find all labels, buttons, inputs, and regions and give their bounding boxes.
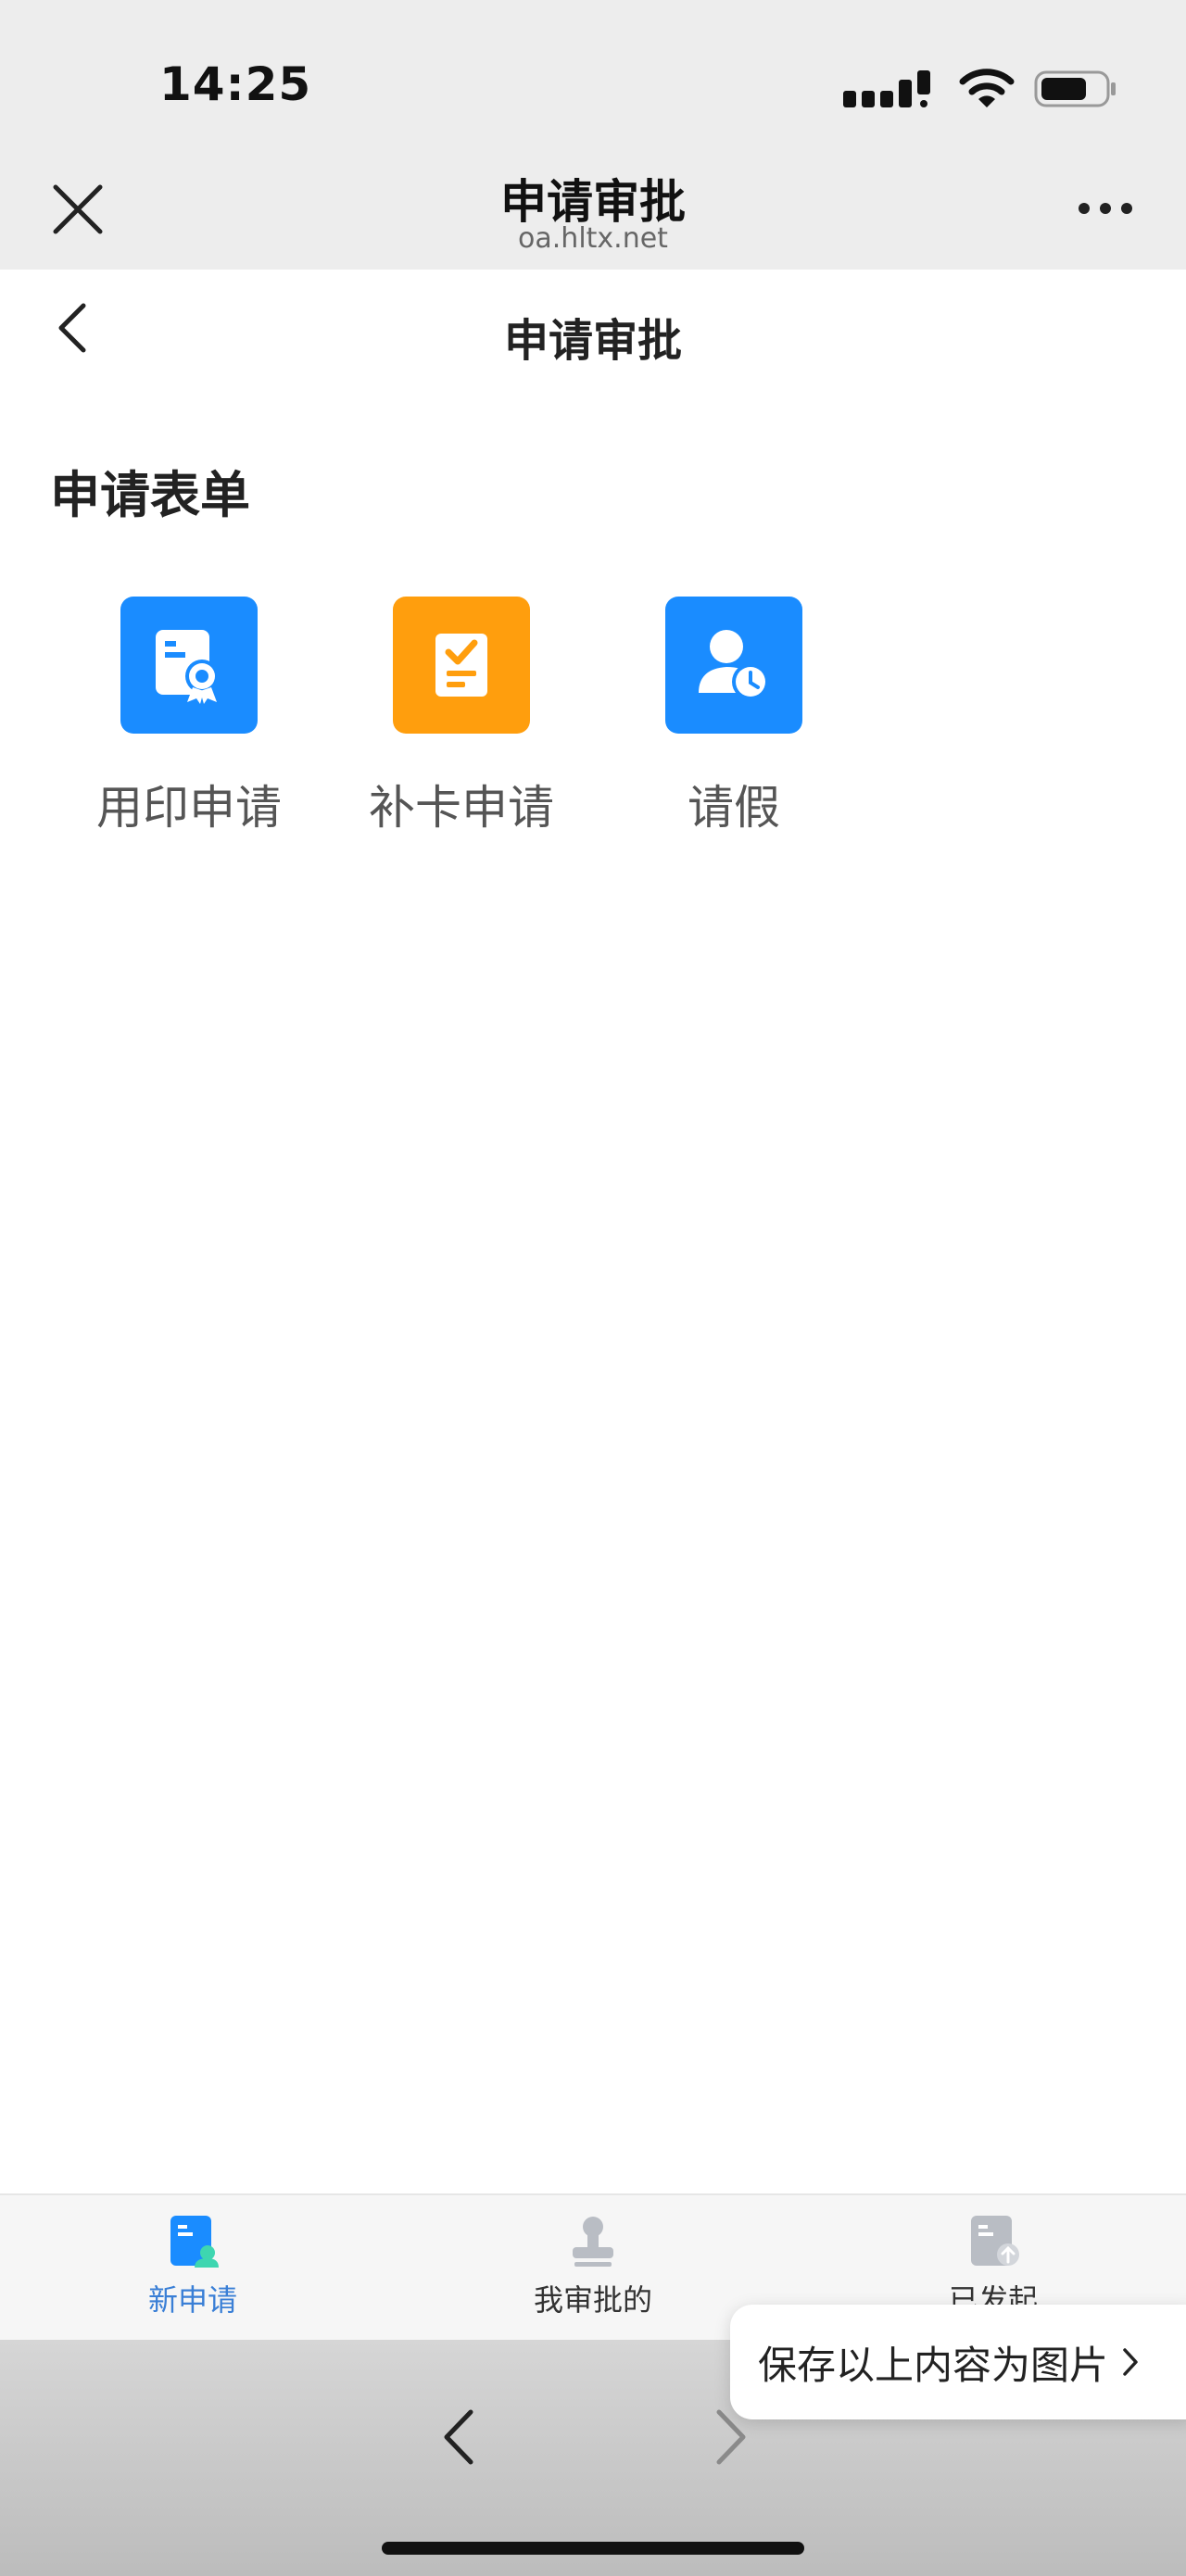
home-indicator[interactable]	[382, 2542, 804, 2555]
stamp-icon	[573, 2217, 613, 2267]
form-item-seal-application[interactable]: 用印申请	[78, 597, 300, 837]
tab-label: 我审批的	[533, 2282, 652, 2318]
form-label: 补卡申请	[369, 781, 554, 835]
wifi-icon	[959, 69, 1015, 107]
form-label: 请假	[688, 781, 780, 835]
form-item-card-makeup[interactable]: 补卡申请	[350, 597, 573, 837]
form-tile[interactable]	[665, 597, 802, 734]
submitted-icon	[971, 2216, 1019, 2266]
checklist-icon	[435, 634, 487, 697]
tab-label: 新申请	[147, 2282, 237, 2318]
toast-text: 保存以上内容为图片	[758, 2342, 1109, 2388]
cellular-signal-icon	[843, 70, 930, 107]
section-title: 申请表单	[50, 466, 250, 524]
save-as-image-toast[interactable]: 保存以上内容为图片	[730, 2305, 1186, 2419]
new-application-icon	[170, 2216, 219, 2268]
form-tile[interactable]	[393, 597, 530, 734]
user-clock-icon	[699, 630, 769, 700]
seal-certificate-icon	[156, 630, 219, 704]
form-tile[interactable]	[120, 597, 258, 734]
form-item-leave[interactable]: 请假	[623, 597, 845, 837]
more-options-icon[interactable]	[1077, 199, 1134, 218]
form-label: 用印申请	[96, 781, 282, 835]
tab-new-application[interactable]: 新申请	[54, 2214, 332, 2319]
browser-url: oa.hltx.net	[518, 222, 668, 255]
status-time: 14:25	[159, 57, 312, 111]
page-title: 申请审批	[503, 315, 682, 367]
browser-back-icon[interactable]	[435, 2405, 482, 2469]
tab-my-approvals[interactable]: 我审批的	[454, 2214, 732, 2319]
battery-icon	[1034, 70, 1116, 107]
tab-submitted[interactable]: 已发起	[854, 2214, 1132, 2319]
chevron-right-icon	[1123, 2348, 1138, 2376]
browser-header: 14:25 申请审批 oa.hltx.net	[0, 0, 1186, 270]
